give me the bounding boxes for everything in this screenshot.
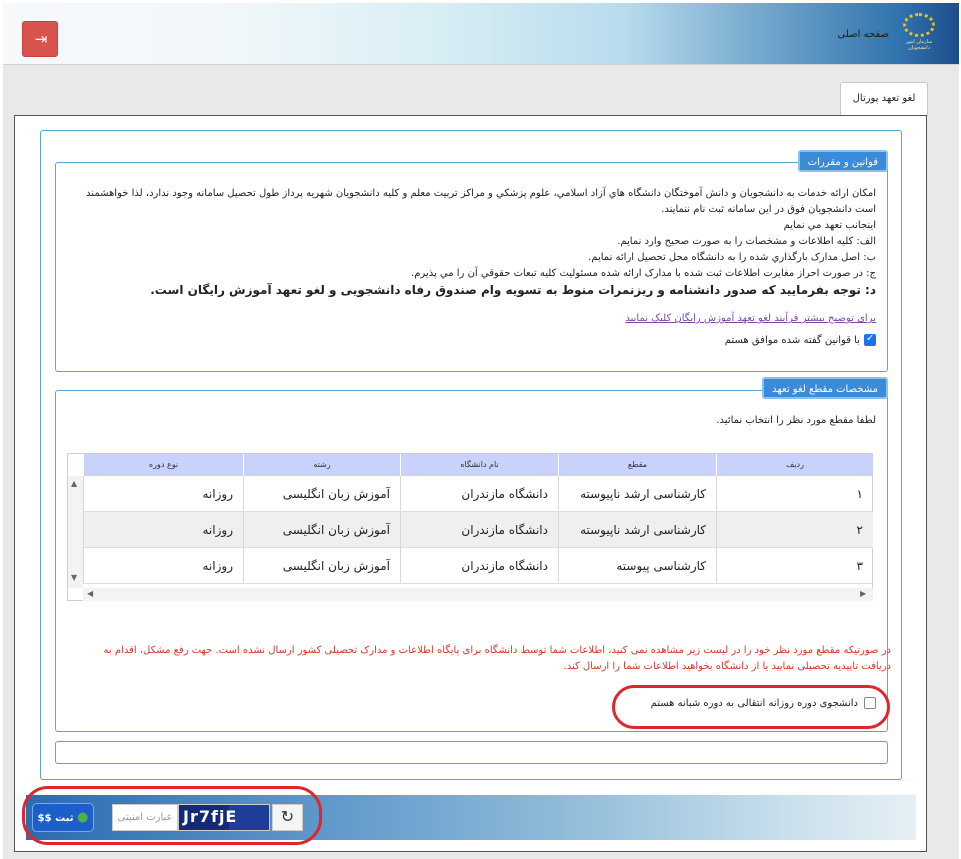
table-row[interactable]: ١ کارشناسی ارشد ناپیوسته دانشگاه مازندرا… (83, 476, 873, 512)
night-transfer-row[interactable]: دانشجوی دوره روزانه انتقالی به دوره شبان… (651, 697, 876, 709)
organization-logo[interactable]: سازمان امور دانشجویان (899, 11, 939, 57)
table-cell: کارشناسی پیوسته (558, 548, 716, 583)
table-cell: ٢ (716, 512, 873, 547)
captcha-input[interactable]: عبارت امنیتی (112, 804, 178, 831)
top-header: سازمان امور دانشجویان صفحه اصلی ⇥ (3, 3, 959, 65)
column-header: نام دانشگاه (400, 454, 558, 476)
rules-line-2: اينجانب تعهد مي نمايم (783, 220, 876, 231)
submit-label: ثبت (55, 813, 74, 824)
table-cell: دانشگاه مازندران (400, 512, 558, 547)
rules-line-1: امکان ارائه خدمات به دانشجويان و دانش آم… (86, 188, 876, 215)
sign-out-icon: ⇥ (34, 30, 48, 48)
column-header: رشته (243, 454, 400, 476)
grade-table: ردیف مقطع نام دانشگاه رشته نوع دوره ١ کا… (67, 453, 873, 601)
submit-icon-text: $$ (37, 813, 52, 824)
home-link[interactable]: صفحه اصلی (838, 29, 889, 40)
scroll-right-icon[interactable]: ▶ (860, 589, 866, 598)
horizontal-scrollbar[interactable]: ◀ ▶ (83, 588, 873, 601)
exit-button[interactable]: ⇥ (22, 21, 58, 57)
table-cell: کارشناسی ارشد ناپیوسته (558, 512, 716, 547)
column-header: مقطع (558, 454, 716, 476)
tab-label: لغو تعهد پورتال (852, 93, 916, 104)
tab-cancel-commitment[interactable]: لغو تعهد پورتال (840, 82, 928, 116)
vertical-scrollbar[interactable]: ▲ ▼ (68, 476, 83, 588)
rules-bold-line: د: توجه بفرمایید که صدور دانشنامه و ریزن… (150, 283, 876, 297)
refresh-icon: ↻ (280, 807, 295, 826)
table-cell: آموزش زبان انگلیسی (243, 548, 400, 583)
table-header: ردیف مقطع نام دانشگاه رشته نوع دوره (83, 454, 873, 476)
table-cell: روزانه (83, 476, 243, 511)
refresh-captcha-button[interactable]: ↻ (272, 804, 303, 831)
agree-label[interactable]: با قوانین گفته شده موافق هستم (725, 335, 860, 346)
grade-legend: مشخصات مقطع لغو تعهد (762, 377, 888, 399)
captcha-text: Jr7fjE (183, 807, 238, 826)
user-add-icon: ● (76, 810, 89, 825)
captcha-image: Jr7fjE (178, 804, 270, 831)
table-cell: کارشناسی ارشد ناپیوسته (558, 476, 716, 511)
agree-checkbox[interactable] (864, 333, 876, 346)
scroll-left-icon[interactable]: ◀ (87, 589, 93, 598)
logo-text: سازمان امور دانشجویان (905, 39, 933, 51)
table-row[interactable]: ٣ کارشناسی پیوسته دانشگاه مازندران آموزش… (83, 548, 873, 584)
table-cell: دانشگاه مازندران (400, 548, 558, 583)
rules-legend: قوانین و مقررات (797, 150, 888, 172)
scroll-down-icon[interactable]: ▼ (71, 573, 77, 582)
logo-ring-icon (903, 13, 935, 37)
rules-line-3: الف: کليه اطلاعات و مشخصات را به صورت صح… (617, 236, 876, 247)
table-cell: ١ (716, 476, 873, 511)
rules-line-4: ب: اصل مدارک بارگذاري شده را به دانشگاه … (588, 252, 876, 263)
table-cell: آموزش زبان انگلیسی (243, 512, 400, 547)
submit-button[interactable]: ● ثبت $$ (32, 803, 94, 832)
table-row[interactable]: ٢ کارشناسی ارشد ناپیوسته دانشگاه مازندرا… (83, 512, 873, 548)
grade-hint: لطفا مقطع مورد نظر را انتخاب نمائید. (716, 415, 876, 426)
table-cell: آموزش زبان انگلیسی (243, 476, 400, 511)
table-cell: روزانه (83, 548, 243, 583)
table-cell: روزانه (83, 512, 243, 547)
table-cell: دانشگاه مازندران (400, 476, 558, 511)
missing-grade-warning: در صورتیکه مقطع مورد نظر خود را در لیست … (103, 645, 891, 672)
empty-fieldset (55, 741, 888, 764)
night-transfer-label[interactable]: دانشجوی دوره روزانه انتقالی به دوره شبان… (651, 698, 858, 709)
rules-line-5: ج: در صورت احراز مغايرت اطلاعات ثبت شده … (411, 268, 876, 279)
table-cell: ٣ (716, 548, 873, 583)
night-transfer-checkbox[interactable] (864, 697, 876, 709)
column-header: نوع دوره (83, 454, 243, 476)
more-info-link[interactable]: برای توضیح بیشتر فرآیند لغو تعهد آموزش ر… (625, 313, 876, 324)
rules-text: امکان ارائه خدمات به دانشجويان و دانش آم… (76, 186, 876, 298)
agree-row[interactable]: با قوانین گفته شده موافق هستم (725, 333, 876, 346)
scroll-up-icon[interactable]: ▲ (71, 479, 77, 488)
column-header: ردیف (716, 454, 873, 476)
